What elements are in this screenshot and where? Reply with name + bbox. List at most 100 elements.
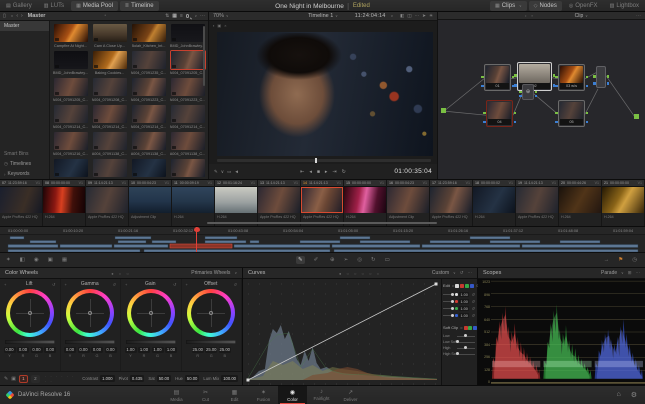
value-box[interactable]: 25.00 <box>192 347 204 354</box>
wheel-page-1[interactable]: 1 <box>19 375 28 383</box>
value-box[interactable]: 0.00 <box>64 347 76 354</box>
wheels-mode-select[interactable]: Primaries Wheels ∨ <box>191 270 237 276</box>
toolbar-icon[interactable]: ✎ <box>296 256 305 264</box>
channel-value[interactable]: 1.00 <box>459 299 469 305</box>
wheel-ring[interactable] <box>6 289 54 337</box>
rgb-input-dot[interactable] <box>555 76 558 79</box>
media-clip[interactable]: A004_07091205_C... <box>51 77 90 104</box>
value-box[interactable]: 25.00 <box>205 347 217 354</box>
clip-thumbnail[interactable] <box>132 78 166 96</box>
panel-toggle-button[interactable]: ▦ Clips ∨ <box>490 1 527 11</box>
transport-button[interactable]: ■ <box>317 169 320 175</box>
key-output-dot[interactable] <box>607 82 610 85</box>
clip-thumbnail[interactable] <box>171 105 205 123</box>
node-graph-canvas[interactable]: 01 02 <box>438 20 645 179</box>
viewer-tool-icon[interactable]: ✎ <box>214 169 218 175</box>
reset-icon[interactable]: ↺ <box>472 313 475 318</box>
clip-thumbnail[interactable] <box>516 187 558 213</box>
value-box[interactable]: 1.00 <box>138 347 150 354</box>
node[interactable] <box>441 108 446 113</box>
reset-icon[interactable]: ↺ <box>472 299 475 304</box>
channel-button[interactable] <box>473 326 477 330</box>
playhead[interactable] <box>196 227 197 252</box>
reset-icon[interactable]: ↺ <box>234 282 237 287</box>
more-icon[interactable]: ⋯ <box>636 270 641 276</box>
clip-thumbnail[interactable] <box>132 105 166 123</box>
media-clip[interactable]: Campfire At Night... <box>51 23 90 50</box>
clip-thumbnail[interactable] <box>171 132 205 150</box>
curve-editor[interactable] <box>243 279 442 385</box>
wheel-crosshair[interactable] <box>70 293 110 333</box>
auto-grade-icon[interactable]: ✎ <box>4 376 8 382</box>
key-output-dot[interactable] <box>535 95 538 98</box>
toolbar-icon[interactable]: ▭ <box>385 257 390 263</box>
transport-button[interactable]: ⇥ <box>332 169 336 175</box>
node[interactable]: 05 <box>558 100 585 127</box>
page-tab[interactable]: ◉ Color <box>278 386 307 404</box>
node[interactable] <box>634 114 639 119</box>
transport-button[interactable]: ◂ <box>309 169 312 175</box>
toolbar-icon[interactable]: ↻ <box>371 257 376 263</box>
channel-value[interactable]: 1.00 <box>459 292 469 298</box>
clip-thumbnail[interactable] <box>301 187 343 213</box>
channel-button[interactable] <box>455 284 459 288</box>
timeline-clip[interactable]: 14 11:14:21:13 V1 Apple ProRes 422 HQ <box>301 180 344 226</box>
wheel-ring[interactable] <box>187 289 235 337</box>
viewer-tool-icon[interactable]: ▭ <box>227 169 231 175</box>
smart-bin-item[interactable]: ◷ Timelines <box>0 159 49 169</box>
smart-bin-item[interactable]: › Keywords <box>0 169 49 179</box>
value-box[interactable]: 1.00 <box>125 347 137 354</box>
clip-thumbnail[interactable] <box>86 187 128 213</box>
value-box[interactable]: 0.00 <box>91 347 103 354</box>
node-view-select[interactable]: Clip ∨ <box>575 13 588 19</box>
scope-mode-select[interactable]: Parade ∨ <box>601 270 624 276</box>
rgb-output-dot[interactable] <box>586 112 589 115</box>
node[interactable] <box>596 66 606 88</box>
value-box[interactable]: 0.00 <box>105 347 117 354</box>
page-tab[interactable]: ▦ Edit <box>220 386 249 404</box>
clip-thumbnail[interactable] <box>559 187 601 213</box>
reset-icon[interactable]: ↺ <box>173 282 176 287</box>
timeline-ruler[interactable]: 01:00:00:0001:00:10:2001:00:21:1601:00:3… <box>0 227 645 235</box>
toolbar-icon[interactable]: ◷ <box>632 257 637 263</box>
search-icon[interactable] <box>186 14 190 18</box>
timeline-clip[interactable]: 20 00:00:44:26 V1 H.264 <box>559 180 602 226</box>
parameter-value[interactable]: 100.00 <box>221 375 238 382</box>
page-dots[interactable]: ● ○ ○ ○ ○ ○ <box>339 271 381 276</box>
panel-toggle-button[interactable]: ▥ Lightbox <box>605 1 644 11</box>
page-tab[interactable]: ✶ Fusion <box>249 386 278 404</box>
rgb-output-dot[interactable] <box>535 91 538 94</box>
more-icon[interactable]: ⋯ <box>200 13 205 19</box>
reset-icon[interactable]: ↺ <box>113 282 116 287</box>
reset-icon[interactable]: ↺ <box>52 282 55 287</box>
toolbar-icon[interactable]: ▦ <box>62 257 67 263</box>
soft-clip-slider[interactable] <box>457 342 475 343</box>
reset-icon[interactable]: ↺ <box>472 292 475 297</box>
media-clip[interactable]: A004_07091214_C... <box>168 104 207 131</box>
page-tab[interactable]: ♪ Fairlight <box>307 386 336 404</box>
key-input-dot[interactable] <box>483 121 486 124</box>
toolbar-icon[interactable]: ◎ <box>357 257 362 263</box>
page-dots[interactable]: ● ○ ○ <box>111 271 130 276</box>
clip-thumbnail[interactable] <box>93 159 127 177</box>
panel-toggle-button[interactable]: ◎ OpenFX <box>564 1 603 11</box>
toolbar-icon[interactable]: ▣ <box>48 257 53 263</box>
link-icon[interactable]: ∞ <box>460 326 463 330</box>
timeline-clip[interactable]: 09 11:14:21:13 V1 Apple ProRes 422 HQ <box>86 180 129 226</box>
clip-thumbnail[interactable] <box>430 187 472 213</box>
clip-thumbnail[interactable] <box>171 51 205 69</box>
viewer-mode-icon[interactable]: ▣ <box>217 23 221 28</box>
thumbnail-view-icon[interactable]: ▦ <box>172 13 177 19</box>
clip-thumbnail[interactable] <box>93 24 127 42</box>
media-clip[interactable]: A004_07091216_C... <box>51 131 90 158</box>
media-clip[interactable]: A004_07091114_C... <box>129 158 168 179</box>
wheel-crosshair[interactable] <box>191 293 231 333</box>
wheel-crosshair[interactable] <box>131 293 171 333</box>
clip-thumbnail[interactable] <box>132 159 166 177</box>
clip-thumbnail[interactable] <box>602 187 644 213</box>
list-view-icon[interactable]: ≡ <box>180 13 183 19</box>
clip-thumbnail[interactable] <box>54 24 88 42</box>
rgb-input-dot[interactable] <box>555 112 558 115</box>
key-output-dot[interactable] <box>514 121 517 124</box>
key-input-dot[interactable] <box>519 95 522 98</box>
